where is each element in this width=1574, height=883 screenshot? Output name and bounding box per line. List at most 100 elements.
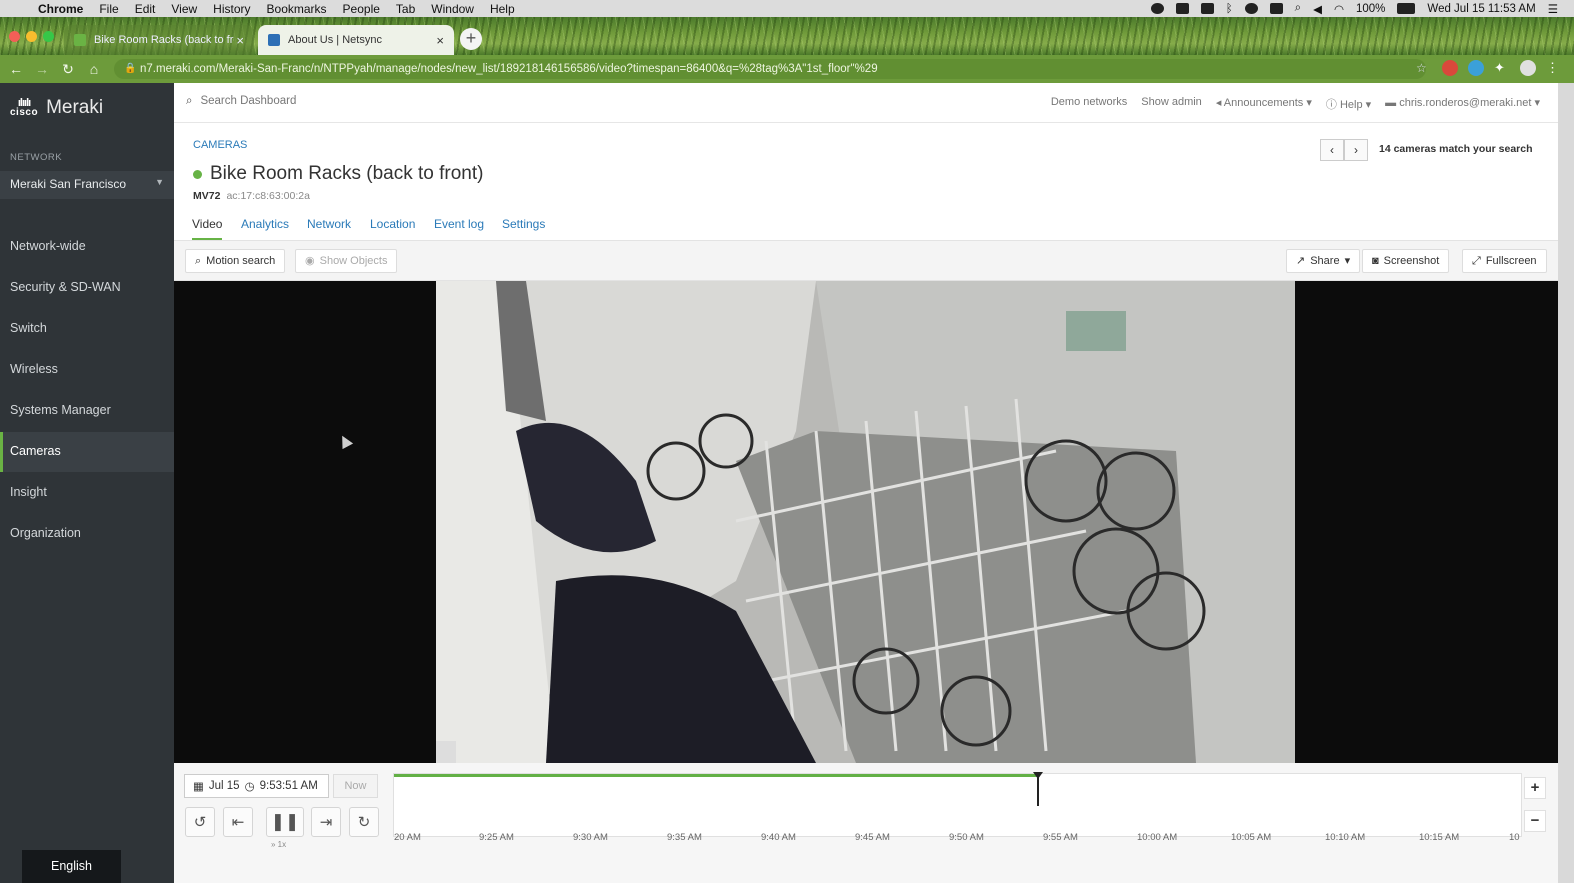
tab-event-log[interactable]: Event log [434, 217, 484, 238]
pause-button[interactable]: ❚❚ [266, 807, 304, 837]
sidebar-item-label: Wireless [10, 362, 58, 376]
tab-location[interactable]: Location [370, 217, 415, 238]
new-tab-button[interactable]: + [460, 28, 482, 50]
show-admin-link[interactable]: Show admin [1141, 96, 1202, 112]
forward-10-button[interactable]: ↻ [349, 807, 379, 837]
motion-search-button[interactable]: ⌕ Motion search [185, 249, 286, 273]
previous-clip-button[interactable]: ⇤ [223, 807, 253, 837]
menu-app-name[interactable]: Chrome [38, 2, 83, 16]
menu-bookmarks[interactable]: Bookmarks [267, 2, 327, 16]
volume-icon[interactable]: ◀ [1313, 2, 1322, 16]
zoom-out-button[interactable]: − [1524, 810, 1546, 832]
playback-speed[interactable]: » 1x [271, 840, 286, 849]
video-player[interactable] [174, 281, 1558, 763]
zoom-window-button[interactable] [43, 31, 54, 42]
meraki-logo[interactable]: ılıılı cisco Meraki [10, 97, 103, 119]
sidebar-item-systems-manager[interactable]: Systems Manager [0, 391, 174, 431]
display-icon[interactable] [1269, 3, 1283, 14]
search-dashboard[interactable]: ⌕ Search Dashboard [186, 95, 296, 108]
timeline: ▦ Jul 15 ◷ 9:53:51 AM Now ↺ ⇤ ❚❚ ⇥ ↻ » 1… [174, 763, 1558, 883]
next-camera-button[interactable]: › [1344, 139, 1368, 161]
sidebar-item-cameras[interactable]: Cameras [0, 432, 174, 472]
fullscreen-icon: ⤢ [1472, 255, 1481, 267]
close-tab-icon[interactable]: × [436, 33, 444, 48]
extensions-puzzle-icon[interactable]: ✦ [1494, 60, 1510, 76]
timeline-track[interactable]: 20 AM 9:25 AM 9:30 AM 9:35 AM 9:40 AM 9:45 AM… [393, 772, 1522, 843]
network-selector[interactable]: Meraki San Francisco ▼ [0, 171, 174, 199]
breadcrumb[interactable]: CAMERAS [193, 139, 247, 151]
prev-camera-button[interactable]: ‹ [1320, 139, 1344, 161]
apple-icon[interactable] [14, 2, 28, 16]
help-menu[interactable]: ⓘ Help ▾ [1326, 96, 1371, 112]
date-time-picker[interactable]: ▦ Jul 15 ◷ 9:53:51 AM [184, 774, 329, 798]
caret-down-icon: ▾ [1344, 255, 1351, 267]
sidebar-item-wireless[interactable]: Wireless [0, 350, 174, 390]
battery-icon[interactable] [1397, 3, 1416, 14]
menu-help[interactable]: Help [490, 2, 515, 16]
camera-name: Bike Room Racks (back to front) [210, 163, 484, 184]
minimize-window-button[interactable] [26, 31, 37, 42]
menu-people[interactable]: People [343, 2, 380, 16]
sidebar-item-switch[interactable]: Switch [0, 309, 174, 349]
browser-tab-netsync[interactable]: About Us | Netsync × [258, 25, 454, 55]
share-button[interactable]: ↗ Share ▾ [1286, 249, 1361, 273]
demo-networks-link[interactable]: Demo networks [1051, 96, 1127, 112]
cloud-icon[interactable] [1200, 3, 1214, 14]
search-input[interactable]: Search Dashboard [200, 95, 296, 108]
menu-file[interactable]: File [99, 2, 118, 16]
close-window-button[interactable] [9, 31, 20, 42]
profile-avatar[interactable] [1520, 60, 1536, 76]
sidebar-item-insight[interactable]: Insight [0, 473, 174, 513]
forward-icon[interactable]: → [29, 61, 55, 77]
status-calendar-icon[interactable] [1175, 3, 1189, 14]
rewind-10-button[interactable]: ↺ [185, 807, 215, 837]
megaphone-icon: ◂ [1215, 97, 1224, 109]
tab-analytics[interactable]: Analytics [241, 217, 289, 238]
zoom-in-button[interactable]: + [1524, 777, 1546, 799]
fullscreen-button[interactable]: ⤢ Fullscreen [1462, 249, 1547, 273]
browser-tab-meraki[interactable]: Bike Room Racks (back to fron × [64, 25, 254, 55]
menu-view[interactable]: View [171, 2, 197, 16]
status-app-icon[interactable] [1150, 3, 1164, 14]
next-clip-button[interactable]: ⇥ [311, 807, 341, 837]
camera-video-frame[interactable] [436, 281, 1295, 763]
share-label: Share [1310, 255, 1340, 267]
menu-history[interactable]: History [213, 2, 250, 16]
tab-network[interactable]: Network [307, 217, 351, 238]
wifi-icon[interactable]: ◠ [1334, 2, 1344, 16]
extension-blue-icon[interactable] [1468, 60, 1484, 76]
user-menu[interactable]: ▬ chris.ronderos@meraki.net ▾ [1385, 96, 1540, 112]
tab-video[interactable]: Video [192, 217, 223, 240]
page-scrollbar[interactable] [1558, 83, 1574, 883]
playhead[interactable] [1032, 772, 1043, 806]
status-box-icon[interactable] [1244, 3, 1258, 14]
reload-icon[interactable]: ↻ [55, 61, 81, 78]
search-icon: ⌕ [186, 95, 193, 107]
sidebar-item-network-wide[interactable]: Network-wide [0, 227, 174, 267]
bluetooth-icon[interactable]: ᛒ [1226, 3, 1233, 15]
announcements-menu[interactable]: ◂ Announcements ▾ [1216, 96, 1312, 112]
language-button[interactable]: English [22, 850, 121, 883]
now-button[interactable]: Now [333, 774, 378, 798]
menu-edit[interactable]: Edit [135, 2, 156, 16]
menu-tab[interactable]: Tab [396, 2, 415, 16]
clock[interactable]: Wed Jul 15 11:53 AM [1427, 3, 1535, 15]
home-icon[interactable]: ⌂ [81, 61, 107, 77]
screenshot-button[interactable]: ◙ Screenshot [1362, 249, 1450, 273]
extension-red-icon[interactable] [1442, 60, 1458, 76]
bookmark-star-icon[interactable]: ☆ [1416, 60, 1432, 76]
sidebar-item-security-sdwan[interactable]: Security & SD-WAN [0, 268, 174, 308]
spotlight-icon[interactable]: ⌕ [1295, 2, 1301, 15]
back-icon[interactable]: ← [3, 61, 29, 77]
tab-settings[interactable]: Settings [502, 217, 545, 238]
menu-window[interactable]: Window [431, 2, 474, 16]
sidebar-item-label: Organization [10, 526, 81, 540]
close-tab-icon[interactable]: × [236, 33, 244, 48]
timeline-tick-label: 10:15 AM [1419, 832, 1460, 843]
sidebar-item-organization[interactable]: Organization [0, 514, 174, 554]
show-objects-button[interactable]: ◉ Show Objects [295, 249, 398, 273]
fullscreen-label: Fullscreen [1485, 255, 1537, 267]
address-bar[interactable]: 🔒 n7.meraki.com/Meraki-San-Franc/n/NTPPy… [114, 59, 1426, 79]
control-center-icon[interactable]: ☰ [1548, 2, 1558, 16]
browser-menu-icon[interactable]: ⋮ [1546, 60, 1562, 76]
